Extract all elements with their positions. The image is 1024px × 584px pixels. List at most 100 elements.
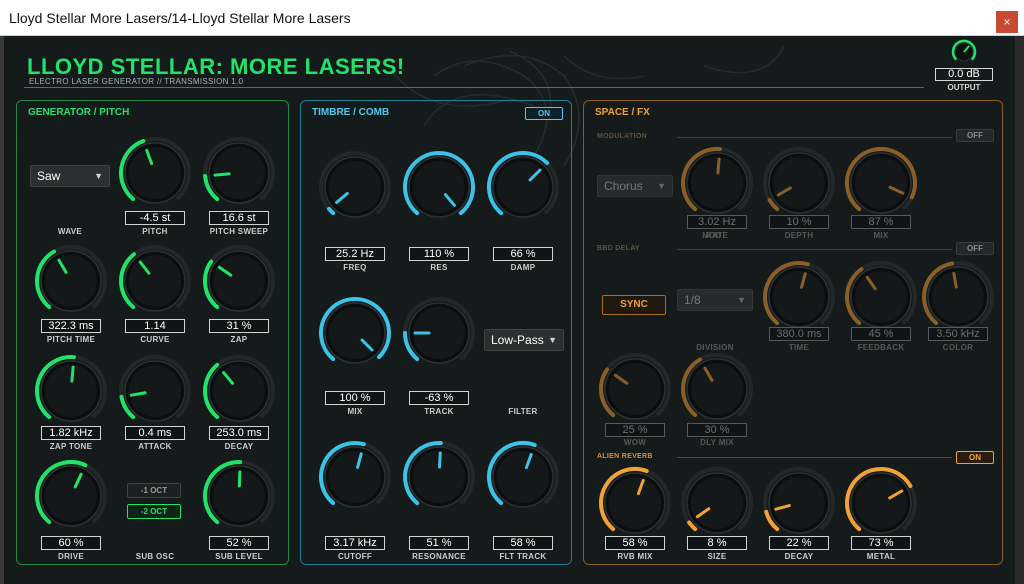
depth-knob[interactable] [761,145,837,221]
resonance-knob[interactable] [401,439,477,515]
pitch-sweep-value[interactable]: 16.6 st [209,211,269,225]
curve-knob[interactable] [117,243,193,319]
attack-value[interactable]: 0.4 ms [125,426,185,440]
pitch-value[interactable]: -4.5 st [125,211,185,225]
modulation-title: MODULATION [597,133,647,140]
rate-value[interactable]: 3.02 Hz [687,215,747,229]
feedback-value[interactable]: 45 % [851,327,911,341]
drive-knob[interactable] [33,458,109,534]
rvb-decay-knob[interactable] [761,465,837,541]
dly-mix-knob[interactable] [679,351,755,427]
res-knob[interactable] [401,149,477,225]
wow-value[interactable]: 25 % [605,423,665,437]
sub-level-value[interactable]: 52 % [209,536,269,550]
mix-knob[interactable] [317,295,393,371]
reverb-title: ALIEN REVERB [597,453,653,460]
zap-value[interactable]: 31 % [209,319,269,333]
zap-tone-value[interactable]: 1.82 kHz [41,426,101,440]
filter-select-value: Low-Pass [491,333,544,347]
time-value[interactable]: 380.0 ms [769,327,829,341]
zap-knob[interactable] [201,243,277,319]
curve-label: CURVE [140,335,170,344]
drive-value[interactable]: 60 % [41,536,101,550]
size-value[interactable]: 8 % [687,536,747,550]
decay-value[interactable]: 253.0 ms [209,426,269,440]
output-value[interactable]: 0.0 dB [935,68,993,81]
host-background-strip [1015,36,1024,584]
pitch-sweep-knob[interactable] [201,135,277,211]
rvb-mix-value[interactable]: 58 % [605,536,665,550]
rvb-mix-knob[interactable] [597,465,673,541]
rvb-decay-value[interactable]: 22 % [769,536,829,550]
pitch-knob[interactable] [117,135,193,211]
mod-mix-knob[interactable] [843,145,919,221]
color-knob[interactable] [920,259,996,335]
flt-track-value[interactable]: 58 % [493,536,553,550]
pitch-time-value[interactable]: 322.3 ms [41,319,101,333]
res-value[interactable]: 110 % [409,247,469,261]
pitch-time-knob[interactable] [33,243,109,319]
damp-value[interactable]: 66 % [493,247,553,261]
reverb-divider [677,457,952,458]
sub-osc-minus2-button[interactable]: -2 OCT [127,504,181,519]
color-label: COLOR [942,343,974,352]
rvb-mix-label: RVB MIX [617,552,653,561]
bbd-toggle[interactable]: OFF [956,242,994,255]
rate-knob[interactable] [679,145,755,221]
zap-tone-knob[interactable] [33,353,109,429]
mix-label: MIX [347,407,363,416]
sub-level-knob[interactable] [201,458,277,534]
division-select-value: 1/8 [684,293,701,307]
space-title: SPACE / FX [595,107,650,118]
time-knob[interactable] [761,259,837,335]
bbd-title: BBD DELAY [597,245,640,252]
res-label: RES [430,263,448,272]
timbre-title: TIMBRE / COMB [312,107,390,118]
metal-value[interactable]: 73 % [851,536,911,550]
resonance-value[interactable]: 51 % [409,536,469,550]
track-knob[interactable] [401,295,477,371]
depth-value[interactable]: 10 % [769,215,829,229]
plugin-window: LLOYD STELLAR: MORE LASERS! ELECTRO LASE… [4,36,1015,584]
freq-knob[interactable] [317,149,393,225]
mix-value[interactable]: 100 % [325,391,385,405]
timbre-toggle[interactable]: ON [525,107,563,120]
curve-value[interactable]: 1.14 [125,319,185,333]
rvb-decay-label: DECAY [784,552,814,561]
division-select[interactable]: 1/8 ▼ [677,289,753,311]
freq-value[interactable]: 25.2 Hz [325,247,385,261]
attack-label: ATTACK [138,442,172,451]
sync-button[interactable]: SYNC [602,295,666,315]
cutoff-value[interactable]: 3.17 kHz [325,536,385,550]
cutoff-knob[interactable] [317,439,393,515]
filter-select[interactable]: Low-Pass ▼ [484,329,564,351]
dly-mix-value[interactable]: 30 % [687,423,747,437]
chevron-down-icon: ▼ [657,181,666,191]
time-label: TIME [788,343,810,352]
wave-select[interactable]: Saw ▼ [30,165,110,187]
sub-osc-minus1-button[interactable]: -1 OCT [127,483,181,498]
attack-knob[interactable] [117,353,193,429]
filter-label: FILTER [508,407,538,416]
close-button[interactable]: × [996,11,1018,33]
size-knob[interactable] [679,465,755,541]
reverb-toggle[interactable]: ON [956,451,994,464]
damp-knob[interactable] [485,149,561,225]
metal-knob[interactable] [843,465,919,541]
metal-label: METAL [866,552,896,561]
output-knob[interactable] [950,38,978,71]
modulation-toggle[interactable]: OFF [956,129,994,142]
flt-track-knob[interactable] [485,439,561,515]
decay-knob[interactable] [201,353,277,429]
output-label: OUTPUT [947,83,981,92]
mod-select[interactable]: Chorus ▼ [597,175,673,197]
feedback-knob[interactable] [843,259,919,335]
color-value[interactable]: 3.50 kHz [928,327,988,341]
bbd-divider [677,249,952,250]
flt-track-label: FLT TRACK [499,552,547,561]
wow-label: WOW [623,438,647,447]
track-value[interactable]: -63 % [409,391,469,405]
mod-mix-value[interactable]: 87 % [851,215,911,229]
feedback-label: FEEDBACK [857,343,905,352]
wow-knob[interactable] [597,351,673,427]
